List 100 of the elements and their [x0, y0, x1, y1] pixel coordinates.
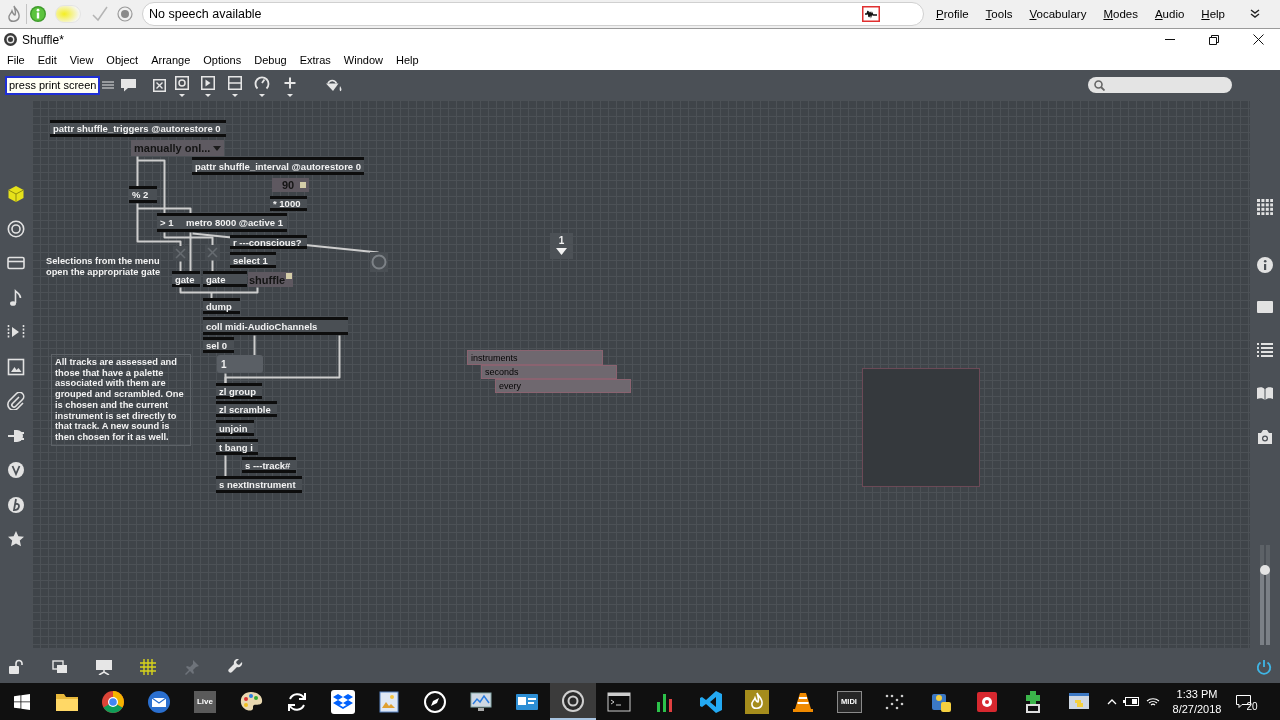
- menu-item[interactable]: Window: [343, 54, 383, 66]
- text-label: seconds: [481, 365, 617, 379]
- dropdown-menu[interactable]: 1: [550, 233, 573, 259]
- compass-icon: [423, 689, 447, 714]
- volume-slider[interactable]: [1260, 545, 1270, 645]
- lines-icon[interactable]: [102, 79, 115, 91]
- target-icon[interactable]: [7, 219, 25, 238]
- play-box-icon[interactable]: [201, 73, 216, 97]
- keypad-icon[interactable]: [1257, 199, 1273, 215]
- taskbar-button[interactable]: [550, 683, 596, 720]
- patch-cord: [210, 258, 214, 273]
- paperclip-icon[interactable]: [7, 392, 25, 410]
- max-object: zl group: [216, 383, 262, 399]
- comment-text: All tracks are assessed and those that have a palette associated with them are grouped and scrambled. One is chosen and the current instrument is set directly to that track. A new sound is then chosen for it as well.: [51, 354, 191, 446]
- square-icon: [300, 182, 306, 188]
- search-field[interactable]: [1088, 77, 1232, 93]
- restore-icon: [1209, 34, 1219, 45]
- menu-item[interactable]: Modes: [1103, 8, 1138, 20]
- radio-icon[interactable]: [117, 6, 133, 22]
- cube-icon[interactable]: [7, 185, 25, 203]
- menu-item[interactable]: Help: [395, 54, 419, 66]
- slider-thumb[interactable]: [1260, 565, 1270, 575]
- taskbar-button[interactable]: Live: [182, 683, 228, 720]
- window-icon[interactable]: [1257, 299, 1273, 315]
- search-icon: [1094, 79, 1105, 91]
- flame-icon: [745, 689, 769, 714]
- patch-cord: [223, 453, 227, 478]
- app-icon: [4, 33, 17, 46]
- toggle-icon[interactable]: [55, 5, 81, 23]
- menu-item[interactable]: Options: [203, 54, 242, 66]
- b-circle-icon[interactable]: [7, 495, 25, 514]
- flame-icon[interactable]: [7, 5, 21, 23]
- max-object: s ---track#: [242, 457, 296, 473]
- text-label: every: [495, 379, 631, 393]
- max-object: coll midi-AudioChannels: [203, 317, 348, 335]
- chevron-up-icon[interactable]: [1107, 698, 1117, 705]
- caret-icon: [213, 145, 222, 151]
- monitor-icon: [469, 689, 493, 714]
- menu-item[interactable]: Edit: [37, 54, 57, 66]
- max-object: unjoin: [216, 420, 254, 436]
- text-label: instruments: [467, 350, 603, 365]
- circle-box-icon[interactable]: [175, 73, 190, 97]
- menu-item[interactable]: View: [69, 54, 94, 66]
- max-object: s nextInstrument: [216, 476, 302, 493]
- check-icon[interactable]: [92, 6, 108, 22]
- card-icon[interactable]: [7, 254, 25, 272]
- square-icon: [286, 273, 293, 279]
- menu-item[interactable]: Vocabulary: [1029, 8, 1087, 20]
- image-icon[interactable]: [7, 357, 25, 376]
- envelope-icon: [147, 689, 171, 714]
- status-text: No speech available: [149, 7, 262, 21]
- waveform-icon[interactable]: [862, 6, 880, 22]
- battery-icon[interactable]: [1123, 697, 1139, 706]
- max-object: metro 8000 @active 1: [183, 213, 287, 232]
- menu-item[interactable]: Object: [106, 54, 139, 66]
- menu-item[interactable]: Tools: [985, 8, 1013, 20]
- window-title: Shuffle*: [22, 32, 64, 47]
- lock-icon[interactable]: [8, 658, 24, 675]
- info-icon[interactable]: [30, 6, 46, 22]
- list-icon[interactable]: [1257, 342, 1273, 358]
- menu-item[interactable]: Help: [1201, 8, 1225, 20]
- start-icon: [14, 693, 30, 710]
- x-box-icon[interactable]: [153, 78, 167, 92]
- terminal-icon: [607, 689, 631, 714]
- menu-item[interactable]: Profile: [936, 8, 969, 20]
- menu-item[interactable]: File: [7, 54, 25, 66]
- power-icon[interactable]: [1256, 658, 1272, 675]
- info-icon[interactable]: [1257, 257, 1273, 273]
- chevron-double-icon[interactable]: [1250, 9, 1260, 19]
- minimize-icon: [1165, 39, 1175, 40]
- grid-icon[interactable]: [140, 658, 156, 675]
- book-icon[interactable]: [1257, 385, 1273, 401]
- tooltip: press print screen: [5, 75, 101, 95]
- max-object: zl scramble: [216, 401, 277, 417]
- paint-bucket-icon[interactable]: [325, 77, 343, 93]
- wrench-icon[interactable]: [228, 658, 244, 675]
- presentation-icon[interactable]: [96, 658, 112, 675]
- comment-text: Selections from the menu open the appropriate gate: [45, 255, 162, 279]
- picture-icon: [377, 689, 401, 714]
- message-button[interactable]: 1: [217, 355, 263, 373]
- speech-bubble-icon[interactable]: [120, 78, 138, 92]
- windows-stack-icon[interactable]: [52, 658, 68, 675]
- menu-item[interactable]: Audio: [1154, 8, 1185, 20]
- max-object: t bang i: [216, 439, 258, 455]
- patch-cord: [178, 259, 182, 273]
- clock-time[interactable]: 1:33 PM: [1176, 686, 1218, 702]
- camera-icon[interactable]: [1257, 429, 1273, 445]
- diamonds-icon: [331, 689, 355, 714]
- v-circle-icon[interactable]: [7, 461, 25, 479]
- caret-icon: [556, 248, 567, 255]
- play-list-icon[interactable]: [7, 323, 25, 341]
- wifi-icon[interactable]: [1146, 696, 1160, 707]
- minus-box-icon[interactable]: [228, 73, 243, 97]
- menu-item[interactable]: Debug: [254, 54, 287, 66]
- menu-item[interactable]: Extras: [299, 54, 331, 66]
- toggle[interactable]: [173, 246, 188, 261]
- clock-date[interactable]: 8/27/2018: [1172, 701, 1222, 717]
- palette-icon: [239, 689, 263, 714]
- star-icon[interactable]: [7, 530, 25, 548]
- menu-item[interactable]: Arrange: [151, 54, 191, 66]
